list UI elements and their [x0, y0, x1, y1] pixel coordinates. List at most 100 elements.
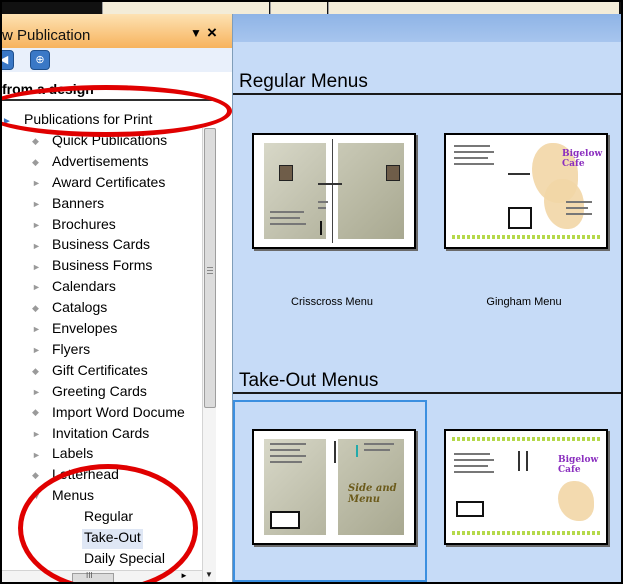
expand-arrow-icon: ►	[32, 219, 41, 230]
tree-item-label: Gift Certificates	[52, 361, 148, 378]
tree-item[interactable]: ► Flyers	[32, 341, 90, 361]
template-take-out-gingham[interactable]: Bigelow Cafe	[444, 429, 608, 545]
photo-thumbnail	[279, 165, 293, 181]
tree-item[interactable]: ► Envelopes	[32, 320, 117, 340]
cafe-name-text: Bigelow Cafe	[562, 149, 603, 169]
tree-item[interactable]: ► Greeting Cards	[32, 383, 147, 403]
tree-item-label: Catalogs	[52, 299, 108, 316]
tree-item[interactable]: ► Brochures	[32, 216, 116, 236]
section-heading-take-out-menus: Take-Out Menus	[239, 370, 379, 391]
template-caption: Gingham Menu	[486, 296, 562, 308]
gingham-border	[452, 235, 600, 239]
section-divider	[233, 93, 621, 95]
expand-arrow-icon: ►	[32, 282, 41, 293]
diamond-bullet-icon: ◆	[32, 407, 39, 418]
tree-item-label: Invitation Cards	[52, 424, 150, 441]
tree-item[interactable]: ◆ Gift Certificates	[32, 362, 148, 382]
menu-text-line	[454, 163, 494, 165]
menu-text-line	[566, 201, 592, 203]
forward-button[interactable]: ⊕	[30, 50, 50, 70]
tree-item-label: Business Forms	[52, 257, 153, 274]
expand-arrow-icon: ►	[32, 240, 41, 251]
task-pane-header: w Publication ▼ ×	[2, 14, 232, 49]
diamond-bullet-icon: ◆	[32, 156, 39, 167]
menu-script-text: Side and Menu	[348, 483, 397, 505]
tree-item-label: Flyers	[52, 340, 91, 357]
diamond-bullet-icon: ◆	[32, 302, 39, 313]
menu-text-line	[454, 453, 490, 455]
menu-mark	[334, 441, 336, 463]
back-button[interactable]: ◀	[2, 50, 14, 70]
tree-item[interactable]: ► Calendars	[32, 278, 116, 298]
tree-item-label: Award Certificates	[52, 173, 166, 190]
tree-item[interactable]: ► Invitation Cards	[32, 425, 149, 445]
gallery-toolbar	[233, 14, 621, 42]
menu-text-line	[454, 471, 494, 473]
tree-item[interactable]: ◆ Catalogs	[32, 299, 107, 319]
tree-item-label: Advertisements	[52, 152, 149, 169]
menu-text-line	[454, 459, 494, 461]
tree-item-label: Greeting Cards	[52, 382, 147, 399]
title-strip-segment	[328, 2, 619, 14]
tree-item-label: Import Word Docume	[52, 403, 185, 420]
template-gingham-menu[interactable]: Bigelow Cafe	[444, 133, 608, 249]
expand-arrow-icon: ►	[32, 324, 41, 335]
menu-text-line	[454, 465, 488, 467]
template-crisscross-menu[interactable]	[252, 133, 416, 249]
window-frame: w Publication ▼ × ◀ ⊕ from a design ► Pub…	[0, 0, 623, 584]
gingham-border	[452, 531, 600, 535]
expand-arrow-icon: ►	[32, 428, 41, 439]
template-take-out-crisscross[interactable]: Side and Menu	[252, 429, 416, 545]
menu-text-line	[270, 217, 300, 219]
vertical-scrollbar[interactable]: ▼	[202, 128, 216, 582]
menu-text-line	[566, 207, 588, 209]
menu-text-line	[270, 223, 306, 225]
menu-text-line	[566, 213, 592, 215]
cafe-name-text: Bigelow Cafe	[558, 455, 599, 475]
scroll-grip-icon	[207, 267, 213, 268]
menu-mark	[320, 221, 322, 235]
tree-item[interactable]: ◆ Advertisements	[32, 153, 148, 173]
menu-text-line	[364, 449, 390, 451]
template-gallery: Regular Menus Crisscross Menu Bigelow Ca…	[233, 14, 621, 582]
title-strip-segment	[270, 2, 327, 14]
tree-item[interactable]: ► Banners	[32, 195, 104, 215]
expand-arrow-icon: ►	[32, 386, 41, 397]
menu-text-line	[454, 151, 494, 153]
tree-item[interactable]: ◆ Import Word Docume	[32, 404, 185, 424]
task-pane-title: w Publication	[2, 27, 91, 44]
menu-box	[456, 501, 484, 517]
diamond-bullet-icon: ◆	[32, 365, 39, 376]
close-icon[interactable]: ×	[207, 23, 217, 43]
tree-item[interactable]: ► Business Forms	[32, 257, 152, 277]
tree-item-label: Calendars	[52, 278, 116, 295]
section-heading-regular-menus: Regular Menus	[239, 71, 368, 92]
menu-box	[270, 511, 300, 529]
title-strip-segment	[102, 2, 269, 14]
fold-line	[332, 139, 333, 243]
expand-arrow-icon: ►	[32, 449, 41, 460]
scroll-right-arrow-icon[interactable]: ►	[180, 571, 188, 580]
annotation-oval	[18, 464, 198, 582]
diamond-bullet-icon: ◆	[32, 135, 39, 146]
tree-item[interactable]: ► Award Certificates	[32, 174, 165, 194]
menu-panel-right	[338, 143, 404, 239]
menu-text-line	[270, 461, 302, 463]
title-strip	[2, 2, 621, 14]
tree-item-label: Envelopes	[52, 320, 118, 336]
scroll-down-arrow-icon[interactable]: ▼	[205, 570, 213, 579]
menu-mark	[526, 451, 528, 471]
menu-text-line	[454, 145, 490, 147]
floral-graphic	[544, 179, 584, 229]
menu-text-line	[318, 207, 326, 209]
pane-options-icon[interactable]: ▼	[190, 26, 202, 40]
menu-divider	[508, 173, 530, 175]
gingham-border	[452, 437, 600, 441]
tree-item[interactable]: ► Labels	[32, 445, 93, 465]
floral-graphic	[558, 481, 594, 521]
menu-text-line	[270, 211, 304, 213]
tree-item-label: Business Cards	[52, 236, 151, 253]
scrollbar-thumb[interactable]	[204, 128, 216, 408]
pane-nav-bar: ◀ ⊕	[2, 48, 232, 72]
tree-item[interactable]: ► Business Cards	[32, 236, 150, 256]
